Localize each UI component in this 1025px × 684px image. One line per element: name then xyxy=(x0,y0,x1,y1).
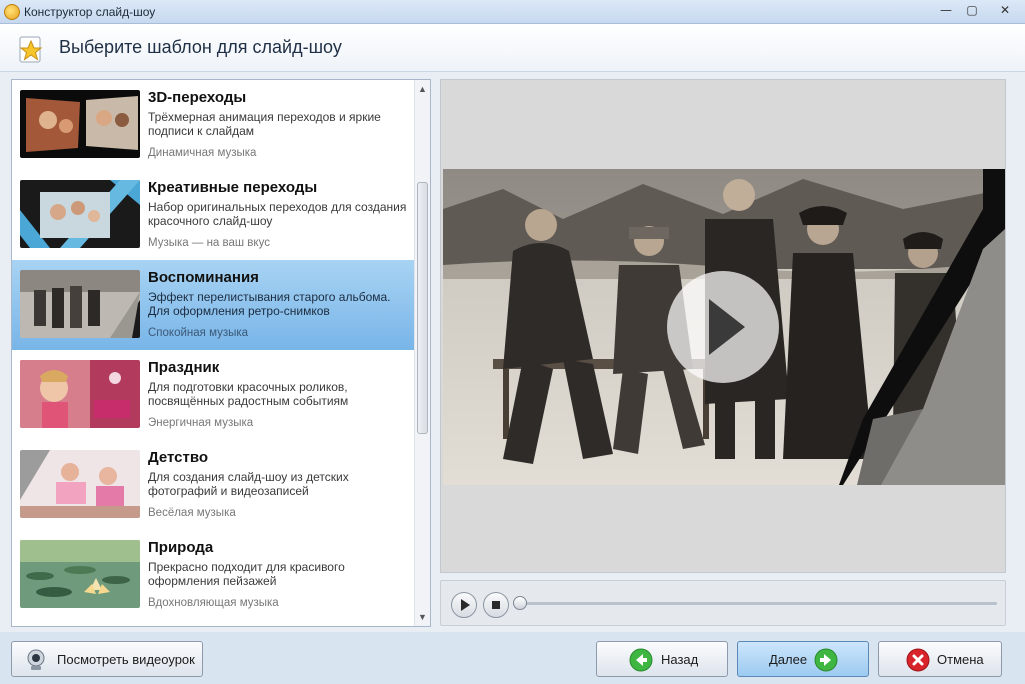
stop-button[interactable] xyxy=(483,592,509,618)
webcam-icon xyxy=(27,649,45,670)
preview-panel xyxy=(440,79,1006,573)
footer: Посмотреть видеоурок Назад Далее Отмена xyxy=(0,632,1025,684)
seek-handle[interactable] xyxy=(513,596,527,610)
tutorial-label: Посмотреть видеоурок xyxy=(57,652,195,667)
template-music: Вдохновляющая музыка xyxy=(148,597,279,609)
template-thumbnail xyxy=(20,360,140,428)
star-icon xyxy=(19,36,43,63)
template-thumbnail xyxy=(20,540,140,608)
template-thumbnail xyxy=(20,180,140,248)
template-item-memories[interactable]: Воспоминания Эффект перелистывания старо… xyxy=(12,260,416,350)
cancel-button[interactable]: Отмена xyxy=(878,641,1002,677)
next-arrow-icon xyxy=(814,648,838,672)
next-label: Далее xyxy=(769,652,808,667)
window-controls: — ▢ ✕ xyxy=(933,0,1025,20)
template-title: Воспоминания xyxy=(148,269,259,286)
template-item-nature[interactable]: Природа Прекрасно подходит для красивого… xyxy=(12,530,416,620)
template-music: Динамичная музыка xyxy=(148,147,257,159)
template-music: Весёлая музыка xyxy=(148,507,236,519)
template-title: Детство xyxy=(148,449,209,466)
window-title: Конструктор слайд-шоу xyxy=(24,5,156,19)
template-description: Набор оригинальных переходов для создани… xyxy=(148,200,407,228)
play-icon xyxy=(461,599,470,611)
play-button[interactable] xyxy=(451,592,477,618)
back-button[interactable]: Назад xyxy=(596,641,728,677)
template-music: Музыка — на ваш вкус xyxy=(148,237,270,249)
close-button[interactable]: ✕ xyxy=(985,0,1025,20)
cancel-label: Отмена xyxy=(937,652,984,667)
template-description: Для создания слайд-шоу из детских фотогр… xyxy=(148,470,349,498)
template-music: Энергичная музыка xyxy=(148,417,254,429)
app-icon xyxy=(4,4,20,20)
player-controls xyxy=(440,580,1006,626)
template-thumbnail xyxy=(20,90,140,158)
back-label: Назад xyxy=(661,652,699,667)
template-title: Креативные переходы xyxy=(148,179,318,196)
next-button[interactable]: Далее xyxy=(737,641,869,677)
cancel-icon xyxy=(906,648,930,672)
back-arrow-icon xyxy=(629,648,653,672)
template-title: 3D-переходы xyxy=(148,89,247,106)
tutorial-button[interactable]: Посмотреть видеоурок xyxy=(11,641,203,677)
template-title: Праздник xyxy=(148,359,220,376)
header: Выберите шаблон для слайд-шоу xyxy=(0,24,1025,72)
maximize-button[interactable]: ▢ xyxy=(959,0,985,20)
stop-icon xyxy=(492,601,500,609)
template-item-creative[interactable]: Креативные переходы Набор оригинальных п… xyxy=(12,170,416,260)
title-bar: Конструктор слайд-шоу — ▢ ✕ xyxy=(0,0,1025,24)
template-item-childhood[interactable]: Детство Для создания слайд-шоу из детски… xyxy=(12,440,416,530)
preview-image xyxy=(443,169,1005,485)
scroll-up-arrow-icon[interactable]: ▲ xyxy=(418,84,427,94)
template-description: Прекрасно подходит для красивого оформле… xyxy=(148,560,345,588)
template-description: Для подготовки красочных роликов, посвящ… xyxy=(148,380,349,408)
template-music: Спокойная музыка xyxy=(148,327,249,339)
minimize-button[interactable]: — xyxy=(933,0,959,20)
seek-bar[interactable] xyxy=(519,602,997,605)
template-item-holiday[interactable]: Праздник Для подготовки красочных ролико… xyxy=(12,350,416,440)
template-list: 3D-переходы Трёхмерная анимация переходо… xyxy=(11,79,431,627)
template-thumbnail xyxy=(20,450,140,518)
template-description: Эффект перелистывания старого альбома. Д… xyxy=(148,290,391,318)
template-item-3d[interactable]: 3D-переходы Трёхмерная анимация переходо… xyxy=(12,80,416,170)
scroll-thumb[interactable] xyxy=(417,182,428,434)
scroll-down-arrow-icon[interactable]: ▼ xyxy=(418,612,427,622)
template-thumbnail xyxy=(20,270,140,338)
page-title: Выберите шаблон для слайд-шоу xyxy=(59,37,342,57)
main-area: 3D-переходы Трёхмерная анимация переходо… xyxy=(0,72,1025,632)
list-scrollbar[interactable]: ▲ ▼ xyxy=(414,80,430,626)
template-title: Природа xyxy=(148,539,214,556)
template-description: Трёхмерная анимация переходов и яркие по… xyxy=(148,110,381,138)
